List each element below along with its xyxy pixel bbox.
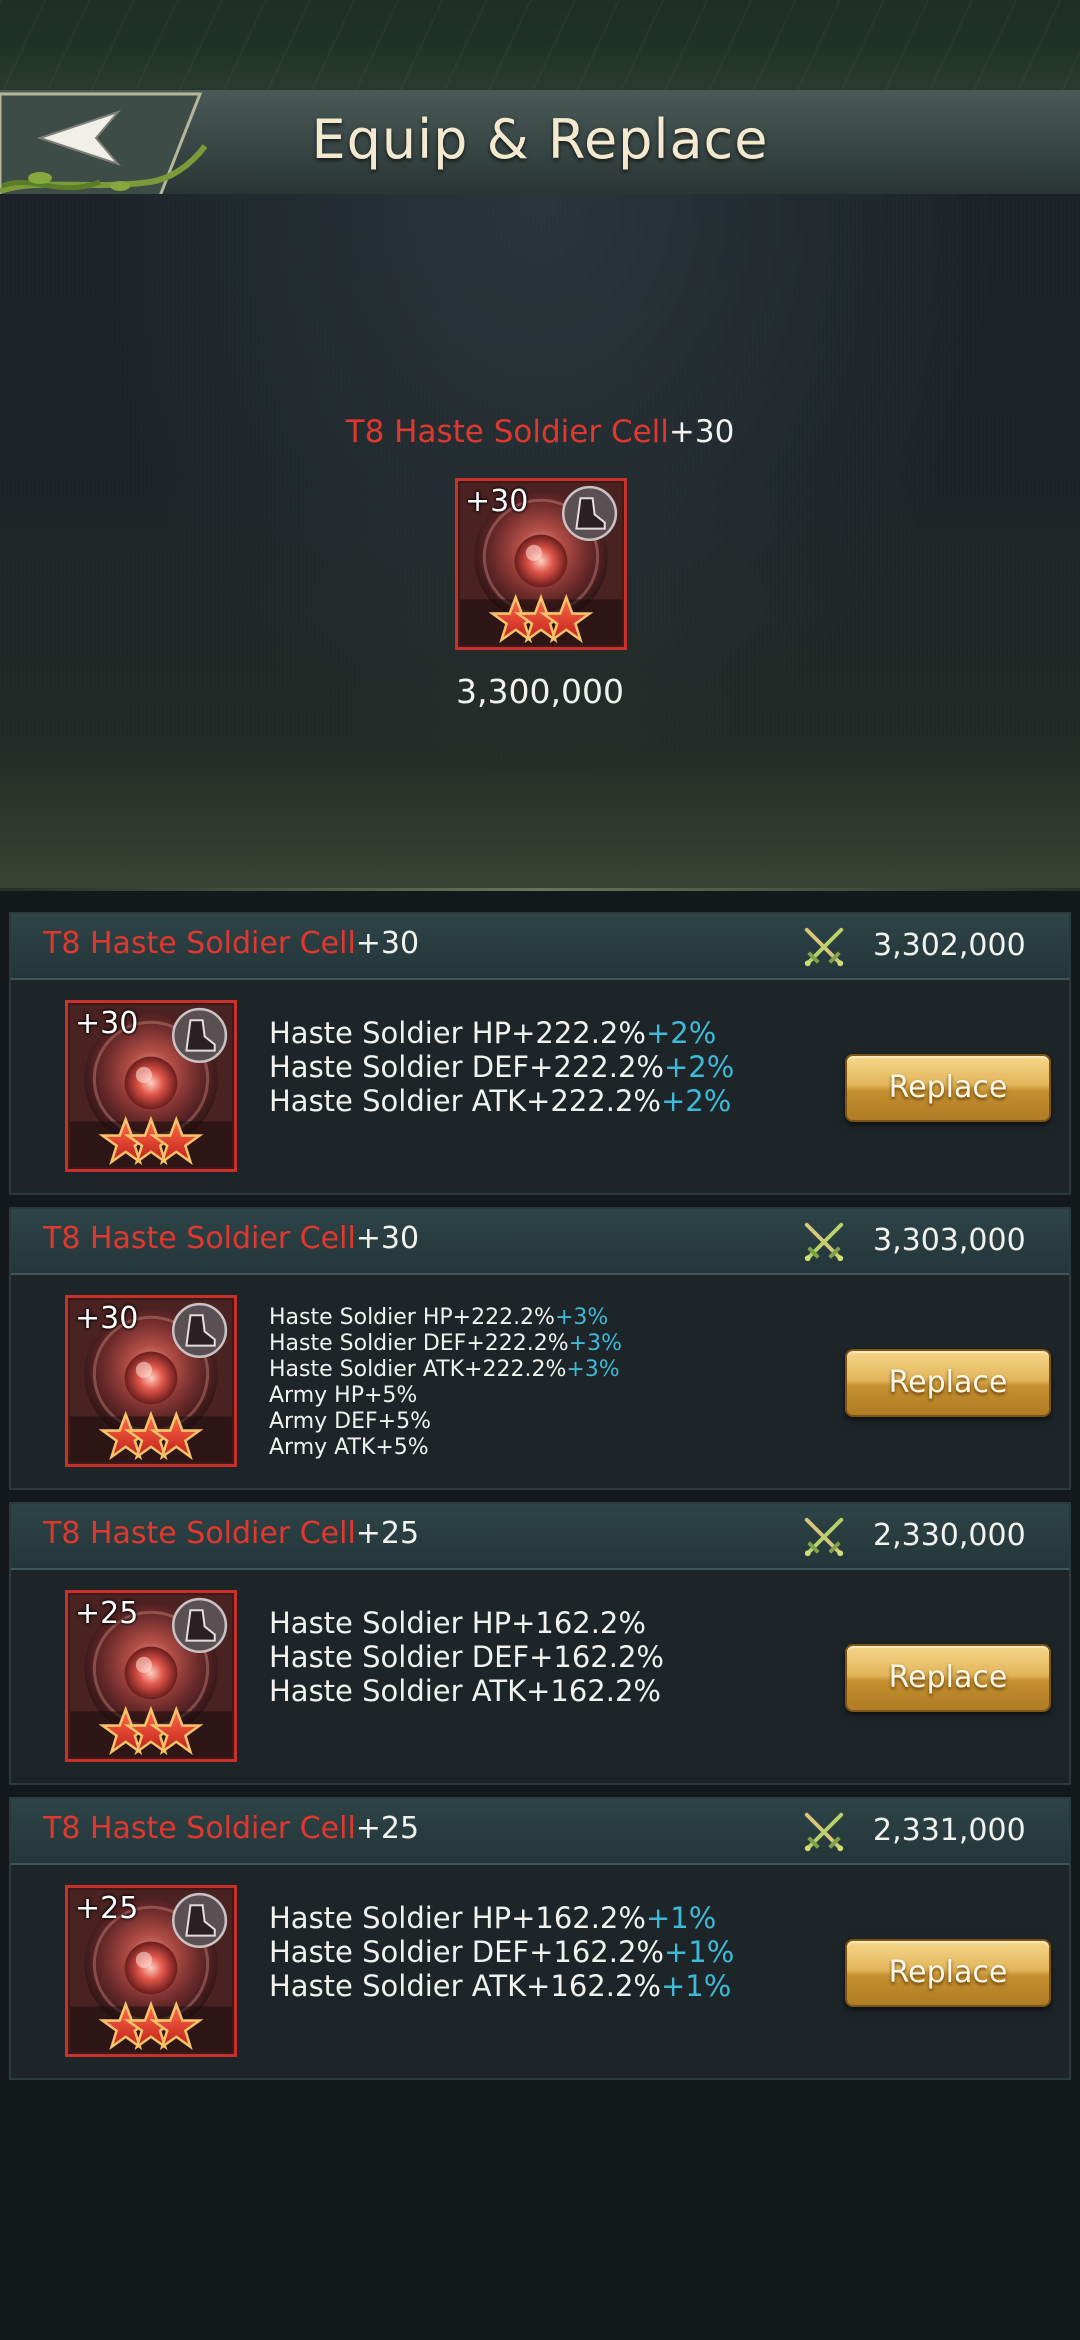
item-title: T8 Haste Soldier Cell <box>43 1221 356 1256</box>
preview-item-title: T8 Haste Soldier Cell <box>345 414 669 450</box>
top-decorative-strip <box>0 0 1080 90</box>
preview-item-level: +30 <box>668 414 735 450</box>
stat-line: Haste Soldier ATK+162.2%+1% <box>269 1969 732 2003</box>
list-item: T8 Haste Soldier Cell+30 3,302,000 +30 H… <box>9 912 1071 1195</box>
equipped-preview: T8 Haste Soldier Cell+30 +30 3,300,000 <box>0 194 1080 890</box>
crossed-swords-icon <box>801 924 847 970</box>
stat-line: Army HP+5% <box>269 1383 418 1408</box>
crossed-swords-icon <box>801 1219 847 1265</box>
back-arrow-icon <box>0 92 208 198</box>
item-name: T8 Haste Soldier Cell+25 <box>43 1516 419 1551</box>
item-icon[interactable]: +25 <box>65 1590 237 1766</box>
item-power: 3,302,000 <box>873 928 1026 963</box>
item-icon[interactable]: +30 <box>65 1295 237 1471</box>
stats-list: Haste Soldier HP+162.2%+1% Haste Soldier… <box>269 1901 734 2003</box>
stats-list: Haste Soldier HP+222.2%+3% Haste Soldier… <box>269 1305 622 1461</box>
item-level: +30 <box>355 926 420 961</box>
stat-line: Army DEF+5% <box>269 1409 431 1434</box>
item-title: T8 Haste Soldier Cell <box>43 1811 356 1846</box>
stat-line: Haste Soldier DEF+162.2%+1% <box>269 1935 735 1969</box>
item-power: 2,331,000 <box>873 1813 1026 1848</box>
replace-button[interactable]: Replace <box>845 1939 1051 2007</box>
item-icon-level: +30 <box>75 1006 139 1041</box>
crossed-swords-icon <box>801 1809 847 1855</box>
stat-line: Haste Soldier DEF+222.2%+3% <box>269 1331 622 1356</box>
item-icon-level: +25 <box>75 1891 139 1926</box>
card-header: T8 Haste Soldier Cell+25 2,330,000 <box>11 1504 1069 1570</box>
list-item: T8 Haste Soldier Cell+25 2,330,000 +25 H… <box>9 1502 1071 1785</box>
item-power: 3,303,000 <box>873 1223 1026 1258</box>
crossed-swords-icon <box>801 1514 847 1560</box>
item-icon-level: +25 <box>75 1596 139 1631</box>
replace-button[interactable]: Replace <box>845 1644 1051 1712</box>
item-level: +30 <box>355 1221 420 1256</box>
stat-line: Haste Soldier HP+162.2%+1% <box>269 1901 717 1935</box>
item-title: T8 Haste Soldier Cell <box>43 926 356 961</box>
item-icon[interactable]: +25 <box>65 1885 237 2061</box>
stat-line: Haste Soldier ATK+222.2%+3% <box>269 1357 620 1382</box>
back-button[interactable] <box>0 86 210 204</box>
stat-line: Haste Soldier HP+162.2% <box>269 1606 646 1640</box>
replace-button[interactable]: Replace <box>845 1349 1051 1417</box>
divider <box>0 888 1080 891</box>
item-title: T8 Haste Soldier Cell <box>43 1516 356 1551</box>
item-icon[interactable]: +30 <box>65 1000 237 1176</box>
card-header: T8 Haste Soldier Cell+30 3,303,000 <box>11 1209 1069 1275</box>
item-name: T8 Haste Soldier Cell+30 <box>43 1221 419 1256</box>
stat-line: Army ATK+5% <box>269 1435 429 1460</box>
preview-item-icon[interactable]: +30 <box>455 478 627 654</box>
stat-line: Haste Soldier DEF+222.2%+2% <box>269 1050 735 1084</box>
item-level: +25 <box>355 1811 420 1846</box>
card-header: T8 Haste Soldier Cell+25 2,331,000 <box>11 1799 1069 1865</box>
stat-line: Haste Soldier DEF+162.2% <box>269 1640 664 1674</box>
stat-line: Haste Soldier HP+222.2%+3% <box>269 1305 609 1330</box>
list-item: T8 Haste Soldier Cell+25 2,331,000 +25 H… <box>9 1797 1071 2080</box>
preview-icon-level: +30 <box>465 484 529 519</box>
stat-line: Haste Soldier HP+222.2%+2% <box>269 1016 717 1050</box>
item-name: T8 Haste Soldier Cell+30 <box>43 926 419 961</box>
item-level: +25 <box>355 1516 420 1551</box>
stats-list: Haste Soldier HP+222.2%+2% Haste Soldier… <box>269 1016 734 1118</box>
stat-line: Haste Soldier ATK+162.2% <box>269 1674 661 1708</box>
preview-item-name: T8 Haste Soldier Cell+30 <box>0 414 1080 450</box>
card-header: T8 Haste Soldier Cell+30 3,302,000 <box>11 914 1069 980</box>
replace-button[interactable]: Replace <box>845 1054 1051 1122</box>
list-item: T8 Haste Soldier Cell+30 3,303,000 +30 H… <box>9 1207 1071 1490</box>
item-name: T8 Haste Soldier Cell+25 <box>43 1811 419 1846</box>
stats-list: Haste Soldier HP+162.2% Haste Soldier DE… <box>269 1606 664 1708</box>
item-icon-level: +30 <box>75 1301 139 1336</box>
preview-power: 3,300,000 <box>456 672 624 711</box>
stat-line: Haste Soldier ATK+222.2%+2% <box>269 1084 732 1118</box>
item-power: 2,330,000 <box>873 1518 1026 1553</box>
